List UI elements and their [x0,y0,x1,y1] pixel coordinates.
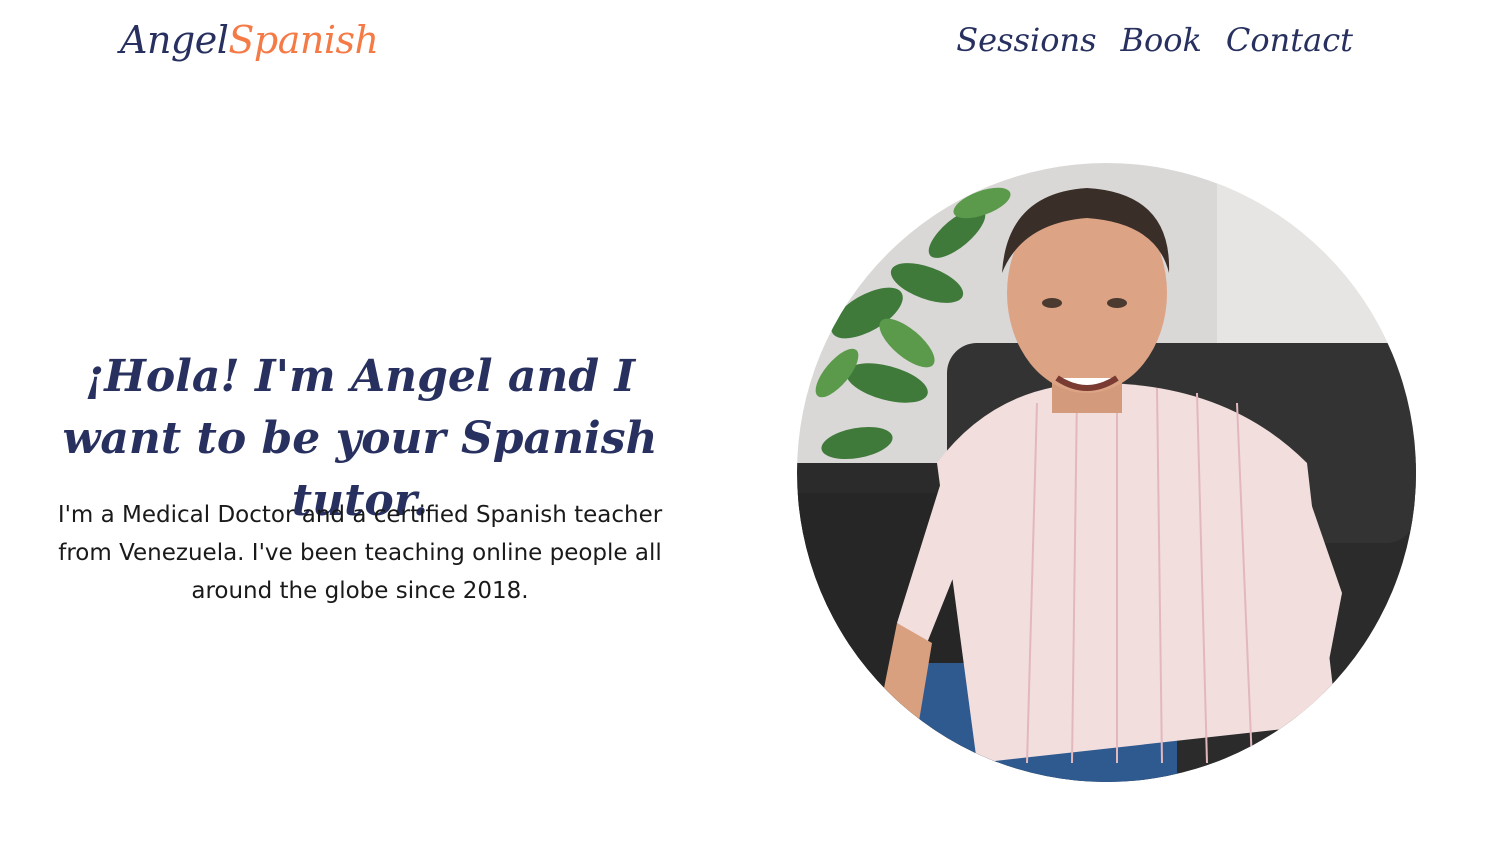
main-nav: Sessions Book Contact [956,16,1353,64]
nav-item-contact[interactable]: Contact [1226,16,1353,64]
brand-logo-part1: Angel [120,18,229,62]
person-photo-icon [797,163,1416,782]
nav-item-book[interactable]: Book [1120,16,1201,64]
brand-logo[interactable]: AngelSpanish [120,12,379,68]
brand-logo-part2: Spanish [228,18,379,62]
tutor-portrait [797,163,1416,782]
hero-description: I'm a Medical Doctor and a certified Spa… [57,502,663,604]
nav-item-sessions[interactable]: Sessions [956,16,1096,64]
